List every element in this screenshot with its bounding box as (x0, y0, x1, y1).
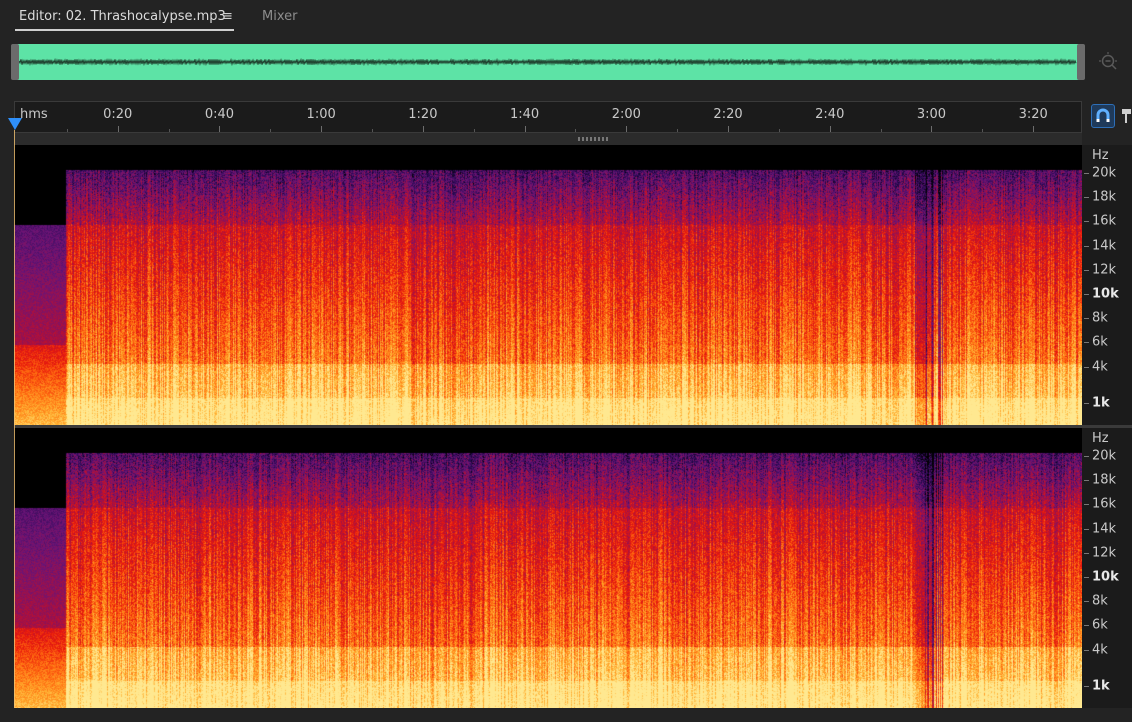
frequency-tick (1084, 528, 1089, 530)
frequency-tick (1084, 456, 1089, 457)
time-ruler-minor-tick (677, 129, 679, 132)
frequency-label: 12k (1092, 262, 1117, 278)
frequency-tick (1084, 173, 1089, 174)
frequency-label: 14k (1092, 238, 1117, 254)
frequency-label: 18k (1092, 472, 1117, 488)
frequency-label: 4k (1092, 642, 1108, 658)
marker-pin-icon[interactable] (1121, 106, 1132, 126)
frequency-label: 18k (1092, 189, 1117, 205)
time-ruler-label: 2:40 (815, 107, 845, 122)
frequency-tick (1084, 318, 1089, 320)
overview-waveform-bar[interactable] (11, 44, 1085, 80)
frequency-tick (1084, 294, 1089, 295)
zoom-magnifier-icon[interactable] (1097, 51, 1119, 73)
time-ruler-label: 0:20 (103, 107, 133, 122)
frequency-tick (1084, 577, 1089, 578)
frequency-label: 20k (1092, 448, 1117, 464)
snap-magnet-button[interactable] (1091, 104, 1115, 128)
frequency-tick (1084, 625, 1089, 627)
overview-zoom-handle-right[interactable] (1077, 44, 1085, 80)
time-ruler-minor-tick (778, 129, 780, 132)
playhead-marker-icon[interactable] (8, 118, 22, 130)
time-ruler-tick (626, 126, 628, 132)
time-ruler-label: 0:40 (204, 107, 235, 122)
frequency-axis-channel-1: Hz 20k 18k 16k 14k 12k 10k 8k 6k 4k 1k (1082, 145, 1132, 425)
frequency-label: 6k (1092, 334, 1108, 350)
snap-magnet-icon (1096, 108, 1110, 122)
time-ruler-tick (829, 126, 831, 132)
time-ruler-tick (728, 126, 730, 132)
frequency-label: 14k (1092, 521, 1117, 537)
time-ruler-tick (524, 126, 526, 132)
time-ruler-minor-tick (372, 129, 374, 132)
frequency-tick (1084, 480, 1089, 482)
time-ruler-unit: hms (20, 107, 48, 122)
time-ruler-label: 3:20 (1018, 107, 1048, 122)
frequency-tick (1084, 685, 1089, 687)
frequency-tick (1084, 402, 1089, 404)
overview-zoom-handle-left[interactable] (11, 44, 19, 80)
time-ruler-tick (1033, 126, 1035, 132)
frequency-tick (1084, 245, 1089, 247)
overview-waveform (18, 57, 1077, 67)
tab-editor[interactable]: Editor: 02. Thrashocalypse.mp3 (19, 9, 226, 24)
time-ruler-label: 1:40 (509, 107, 540, 122)
time-ruler-minor-tick (982, 129, 984, 132)
frequency-tick (1084, 342, 1089, 344)
frequency-label: 1k (1092, 678, 1110, 694)
time-ruler-tick (321, 126, 323, 132)
drag-grip-icon[interactable] (578, 137, 608, 141)
frequency-label: 10k (1092, 286, 1119, 302)
frequency-tick (1084, 601, 1089, 603)
frequency-axis-channel-2: Hz 20k 18k 16k 14k 12k 10k 8k 6k 4k 1k (1082, 428, 1132, 708)
active-tab-underline (15, 29, 234, 31)
time-ruler-tick (422, 126, 424, 132)
tab-mixer[interactable]: Mixer (262, 9, 297, 24)
time-ruler-tick (117, 126, 119, 132)
frequency-label: 16k (1092, 213, 1117, 229)
frequency-label: 8k (1092, 593, 1108, 609)
spectral-display-channel-1[interactable] (14, 145, 1082, 425)
time-ruler-tick (219, 126, 221, 132)
time-ruler-minor-tick (66, 129, 68, 132)
playhead-line (14, 130, 15, 710)
time-ruler-minor-tick (168, 129, 170, 132)
time-ruler-label: 2:00 (611, 107, 641, 122)
time-ruler-minor-tick (880, 129, 882, 132)
frequency-tick (1084, 197, 1089, 199)
overview-waveform-path (18, 57, 1077, 67)
frequency-unit-label: Hz (1092, 431, 1109, 446)
ruler-split-bar[interactable] (14, 133, 1082, 145)
bottom-strip (0, 708, 1132, 722)
frequency-tick (1084, 649, 1089, 651)
frequency-label: 8k (1092, 310, 1108, 326)
time-ruler-label: 1:00 (306, 107, 336, 122)
frequency-unit-label: Hz (1092, 148, 1109, 163)
frequency-label: 6k (1092, 617, 1108, 633)
time-ruler-label: 1:20 (408, 107, 438, 122)
frequency-label: 4k (1092, 359, 1108, 375)
frequency-label: 1k (1092, 395, 1110, 411)
frequency-label: 12k (1092, 545, 1117, 561)
time-ruler-label: 3:00 (916, 107, 947, 122)
frequency-tick (1084, 552, 1089, 554)
spectral-display-channel-2[interactable] (14, 428, 1082, 708)
frequency-tick (1084, 221, 1089, 223)
frequency-label: 16k (1092, 496, 1117, 512)
time-ruler-minor-tick (575, 129, 577, 132)
frequency-tick (1084, 504, 1089, 506)
frequency-tick (1084, 366, 1089, 368)
time-ruler-label: 2:20 (713, 107, 743, 122)
time-ruler-tick (931, 126, 933, 132)
frequency-label: 10k (1092, 569, 1119, 585)
frequency-label: 20k (1092, 165, 1117, 181)
panel-tab-bar: Editor: 02. Thrashocalypse.mp3 ≡ Mixer (0, 0, 1132, 38)
time-ruler[interactable]: hms 0:20 0:40 1:00 1:20 1:40 2:00 2:20 2:40 3:00… (14, 101, 1082, 133)
spectrogram-right (14, 428, 1082, 708)
spectrogram-left (14, 145, 1082, 425)
time-ruler-minor-tick (270, 129, 272, 132)
hamburger-menu-icon[interactable]: ≡ (222, 9, 233, 24)
frequency-tick (1084, 269, 1089, 271)
time-ruler-minor-tick (473, 129, 475, 132)
